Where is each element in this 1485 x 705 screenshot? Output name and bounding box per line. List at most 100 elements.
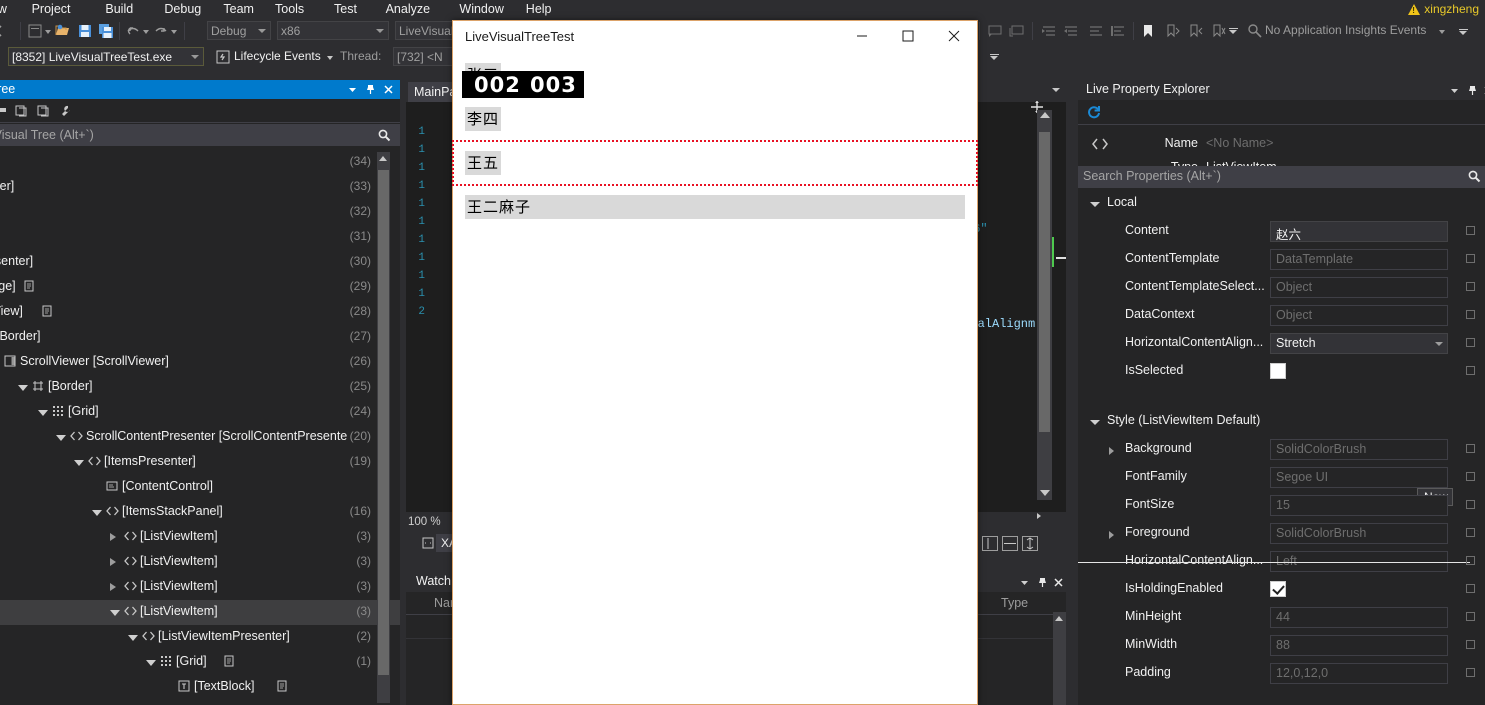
property-marker-icon[interactable] bbox=[1466, 668, 1475, 677]
chevron-down-icon[interactable] bbox=[1448, 84, 1461, 97]
property-row[interactable]: Padding12,0,12,0 bbox=[1078, 660, 1485, 688]
menu-item-analyze[interactable]: Analyze bbox=[386, 0, 430, 18]
property-textbox[interactable]: SolidColorBrush bbox=[1270, 439, 1448, 460]
search-icon[interactable] bbox=[1467, 169, 1481, 186]
menu-item-test[interactable]: Test bbox=[334, 0, 357, 18]
prev-bookmark-icon[interactable] bbox=[1186, 22, 1204, 40]
visual-tree-row[interactable]: [ListViewItem](3) bbox=[0, 525, 400, 550]
visual-tree-row[interactable]: ScrollViewer [ScrollViewer](26) bbox=[0, 350, 400, 375]
chevron-down-icon[interactable] bbox=[146, 660, 156, 666]
swap-panes-icon[interactable] bbox=[1022, 536, 1038, 551]
property-marker-icon[interactable] bbox=[1466, 226, 1475, 235]
chevron-down-icon[interactable] bbox=[1090, 202, 1100, 211]
toolbar-overflow-icon[interactable] bbox=[1229, 28, 1238, 37]
property-section-header[interactable]: Style (ListViewItem Default) bbox=[1078, 408, 1485, 436]
property-combo[interactable]: Stretch bbox=[1270, 333, 1448, 354]
visual-tree-row[interactable]: ScrollContentPresenter [ScrollContentPre… bbox=[0, 425, 400, 450]
property-list[interactable]: New LocalContent赵六ContentTemplateDataTem… bbox=[1078, 190, 1485, 705]
scroll-up-icon[interactable] bbox=[379, 156, 387, 161]
visual-tree-row[interactable]: [ItemsStackPanel](16) bbox=[0, 500, 400, 525]
lifecycle-dropdown-icon[interactable] bbox=[326, 48, 334, 66]
new-window-icon[interactable] bbox=[26, 22, 44, 40]
undo-dropdown-icon[interactable] bbox=[142, 22, 150, 40]
watch-scrollbar[interactable] bbox=[1053, 612, 1066, 705]
visual-tree-row[interactable]: [TextBlock] bbox=[0, 675, 400, 700]
property-marker-icon[interactable] bbox=[1466, 500, 1475, 509]
property-row[interactable]: FontSize15 bbox=[1078, 492, 1485, 520]
visual-tree-row[interactable]: [ListViewItemPresenter](2) bbox=[0, 625, 400, 650]
split-horizontal-icon[interactable] bbox=[982, 536, 998, 551]
insights-dropdown-icon[interactable] bbox=[1438, 22, 1446, 40]
chevron-down-icon[interactable] bbox=[18, 385, 28, 391]
chevron-right-icon[interactable] bbox=[110, 558, 116, 566]
close-icon[interactable] bbox=[931, 21, 977, 53]
property-checkbox[interactable] bbox=[1270, 363, 1286, 379]
platform-combo[interactable]: x86 bbox=[277, 21, 389, 40]
property-marker-icon[interactable] bbox=[1466, 338, 1475, 347]
undo-icon[interactable] bbox=[124, 22, 142, 40]
property-marker-icon[interactable] bbox=[1466, 612, 1475, 621]
designer-scrollbar[interactable] bbox=[1037, 110, 1052, 500]
visual-tree-row[interactable]: [ListViewItem](3) bbox=[0, 600, 400, 625]
visual-tree-row[interactable]: (34) bbox=[0, 150, 400, 175]
chevron-down-icon[interactable] bbox=[1018, 576, 1031, 589]
chevron-down-icon[interactable] bbox=[128, 635, 138, 641]
indent-icon[interactable] bbox=[1040, 22, 1058, 40]
chevron-right-icon[interactable] bbox=[1109, 447, 1114, 455]
visual-tree-row[interactable]: [Border](27) bbox=[0, 325, 400, 350]
menu-item-project[interactable]: Project bbox=[32, 0, 71, 18]
visual-tree-scrollbar[interactable] bbox=[377, 152, 390, 703]
split-vertical-icon[interactable] bbox=[1002, 536, 1018, 551]
chevron-down-icon[interactable] bbox=[1052, 88, 1060, 92]
pin-icon[interactable] bbox=[1466, 84, 1479, 97]
property-textbox[interactable]: Object bbox=[1270, 305, 1448, 326]
process-combo[interactable]: [8352] LiveVisualTreeTest.exe bbox=[8, 47, 204, 66]
save-all-icon[interactable] bbox=[97, 22, 115, 40]
property-row[interactable]: BackgroundSolidColorBrush bbox=[1078, 436, 1485, 464]
app-list-view[interactable]: 张三李四王五王二麻子 bbox=[453, 53, 977, 704]
scrollbar-thumb[interactable] bbox=[378, 170, 389, 675]
expand-right-icon[interactable] bbox=[1034, 510, 1044, 522]
visual-tree-list[interactable]: (34)senter](33)(32)(31)tPresenter](30)nP… bbox=[0, 150, 400, 705]
visual-tree-row[interactable]: tPresenter](30) bbox=[0, 250, 400, 275]
chevron-down-icon[interactable] bbox=[1090, 420, 1100, 429]
property-marker-icon[interactable] bbox=[1466, 282, 1475, 291]
property-row[interactable]: ContentTemplateSelect...Object bbox=[1078, 274, 1485, 302]
property-textbox[interactable]: Segoe UI bbox=[1270, 467, 1448, 488]
scrollbar-thumb[interactable] bbox=[1039, 132, 1050, 432]
property-textbox[interactable]: 44 bbox=[1270, 607, 1448, 628]
back-nav-icon[interactable] bbox=[0, 22, 10, 40]
redo-dropdown-icon[interactable] bbox=[170, 22, 178, 40]
property-marker-icon[interactable] bbox=[1466, 254, 1475, 263]
chevron-down-icon[interactable] bbox=[110, 610, 120, 616]
visual-tree-row[interactable]: [Border](25) bbox=[0, 375, 400, 400]
property-row[interactable]: MinHeight44 bbox=[1078, 604, 1485, 632]
property-marker-icon[interactable] bbox=[1466, 310, 1475, 319]
menu-item-tools[interactable]: Tools bbox=[275, 0, 304, 18]
property-textbox[interactable]: SolidColorBrush bbox=[1270, 523, 1448, 544]
property-textbox[interactable]: 赵六 bbox=[1270, 221, 1448, 242]
live-property-explorer-title-bar[interactable]: Live Property Explorer bbox=[1078, 80, 1485, 100]
copy-2-icon[interactable] bbox=[36, 104, 50, 121]
menu-item-help[interactable]: Help bbox=[526, 0, 552, 18]
search-icon[interactable] bbox=[377, 128, 391, 145]
visual-tree-row[interactable]: [ItemsPresenter](19) bbox=[0, 450, 400, 475]
chevron-right-icon[interactable] bbox=[110, 583, 116, 591]
next-bookmark-icon[interactable] bbox=[1163, 22, 1181, 40]
property-textbox[interactable]: DataTemplate bbox=[1270, 249, 1448, 270]
maximize-icon[interactable] bbox=[885, 21, 931, 53]
property-marker-icon[interactable] bbox=[1466, 584, 1475, 593]
uncomment-icon[interactable] bbox=[1008, 22, 1026, 40]
property-search-input[interactable]: Search Properties (Alt+`) bbox=[1078, 166, 1485, 188]
chevron-down-icon[interactable] bbox=[1435, 342, 1443, 346]
redo-icon[interactable] bbox=[152, 22, 170, 40]
save-icon[interactable] bbox=[76, 22, 94, 40]
property-row[interactable]: HorizontalContentAlign...Stretch bbox=[1078, 330, 1485, 358]
outdent-icon[interactable] bbox=[1062, 22, 1080, 40]
property-row[interactable]: MinWidth88 bbox=[1078, 632, 1485, 660]
bookmark-icon[interactable] bbox=[1139, 22, 1157, 40]
menu-item-debug[interactable]: Debug bbox=[164, 0, 201, 18]
property-checkbox[interactable] bbox=[1270, 581, 1286, 597]
wrench-icon[interactable] bbox=[58, 104, 72, 121]
property-row[interactable]: Content赵六 bbox=[1078, 218, 1485, 246]
